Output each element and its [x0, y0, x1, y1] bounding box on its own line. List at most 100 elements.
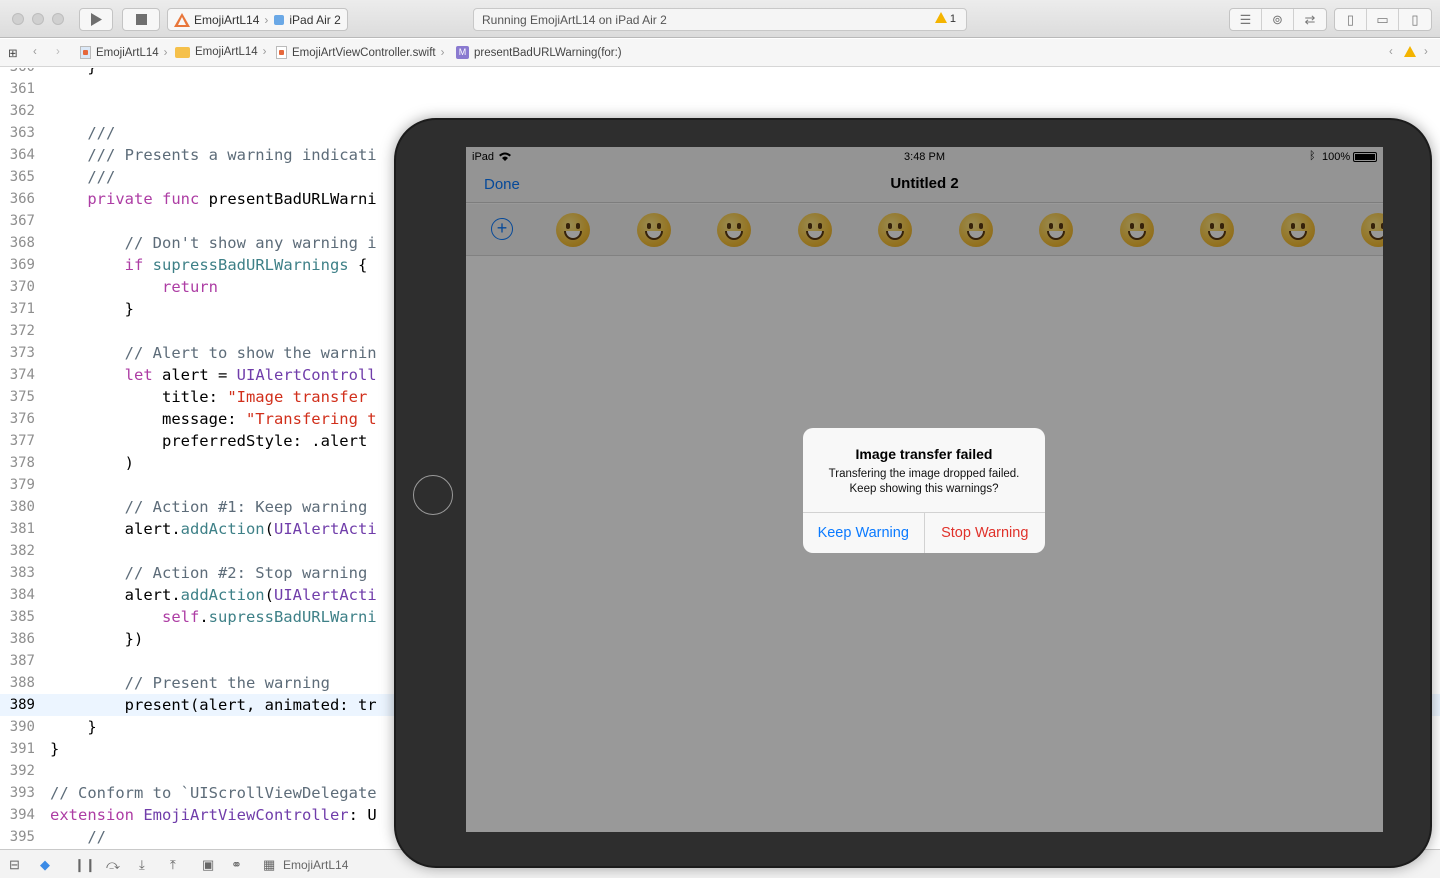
standard-editor-icon[interactable]: ☰ [1230, 9, 1262, 30]
home-button[interactable] [413, 475, 453, 515]
assistant-editor-icon[interactable]: ⊚ [1262, 9, 1294, 30]
run-button[interactable] [79, 8, 113, 31]
line-number[interactable]: 362 [0, 100, 35, 122]
step-out-icon[interactable]: ⤒ [170, 857, 176, 873]
zoom-window-button[interactable] [52, 13, 64, 25]
related-items-icon[interactable]: ⊞ [8, 46, 18, 60]
line-number[interactable]: 391 [0, 738, 35, 760]
back-arrow-icon[interactable]: ‹ [33, 46, 37, 58]
breakpoints-toggle-icon[interactable]: ◆ [40, 857, 50, 873]
device-icon [274, 14, 285, 25]
pause-icon[interactable]: ❙❙ [74, 857, 96, 873]
scheme-selector[interactable]: EmojiArtL14 › iPad Air 2 [167, 8, 348, 31]
line-number[interactable]: 394 [0, 804, 35, 826]
step-over-icon[interactable]: ⤼ [106, 857, 120, 873]
keep-warning-button[interactable]: Keep Warning [803, 513, 925, 553]
status-text: Running EmojiArtL14 on iPad Air 2 [482, 12, 667, 27]
breadcrumb-label: EmojiArtL14 [96, 46, 159, 59]
line-number[interactable]: 389 [0, 694, 35, 716]
line-number[interactable]: 371 [0, 298, 35, 320]
jump-bar: ⊞ ‹ › EmojiArtL14 › EmojiArtL14 › EmojiA… [0, 39, 1440, 67]
line-number[interactable]: 395 [0, 826, 35, 848]
stop-warning-button[interactable]: Stop Warning [925, 513, 1046, 553]
line-code: return [161, 278, 218, 296]
activity-status: Running EmojiArtL14 on iPad Air 2 1 [473, 8, 967, 31]
simulator-screen[interactable]: iPad 3:48 PM ᛒ 100% Done Untitled 2 + Im… [466, 147, 1383, 832]
line-number[interactable]: 381 [0, 518, 35, 540]
line-number[interactable]: 387 [0, 650, 35, 672]
line-code: extension EmojiArtViewController: U [50, 806, 377, 824]
line-number[interactable]: 365 [0, 166, 35, 188]
line-number[interactable]: 368 [0, 232, 35, 254]
breadcrumb-method[interactable]: M presentBadURLWarning(for:) [456, 46, 622, 59]
line-number[interactable]: 383 [0, 562, 35, 584]
debug-area-toggle-icon[interactable]: ▭ [1367, 9, 1399, 30]
next-issue-icon[interactable]: › [1424, 46, 1428, 58]
line-number[interactable]: 380 [0, 496, 35, 518]
line-number[interactable]: 375 [0, 386, 35, 408]
view-debugger-icon[interactable]: ▣ [202, 857, 214, 873]
line-number[interactable]: 384 [0, 584, 35, 606]
line-code: // Present the warning [124, 674, 330, 692]
code-line[interactable]: 361 [0, 78, 1440, 100]
line-code: message: "Transfering t [50, 410, 377, 428]
minimize-window-button[interactable] [32, 13, 44, 25]
line-number[interactable]: 373 [0, 342, 35, 364]
line-number[interactable]: 390 [0, 716, 35, 738]
scheme-project-label: EmojiArtL14 [194, 12, 260, 27]
line-number[interactable]: 369 [0, 254, 35, 276]
line-number[interactable]: 379 [0, 474, 35, 496]
stop-button[interactable] [122, 8, 160, 31]
previous-issue-icon[interactable]: ‹ [1389, 46, 1393, 58]
close-window-button[interactable] [12, 13, 24, 25]
line-number[interactable]: 372 [0, 320, 35, 342]
panel-toggle-control: ▯ ▭ ▯ [1334, 8, 1432, 31]
line-code: preferredStyle: .alert [50, 432, 368, 450]
line-number[interactable]: 360 [0, 68, 35, 78]
utilities-toggle-icon[interactable]: ▯ [1399, 9, 1431, 30]
alert-title: Image transfer failed [855, 446, 993, 462]
step-into-icon[interactable]: ⤓ [139, 857, 145, 873]
line-code: // [87, 828, 106, 846]
line-number[interactable]: 392 [0, 760, 35, 782]
line-code: title: "Image transfer [50, 388, 368, 406]
line-number[interactable]: 366 [0, 188, 35, 210]
line-number[interactable]: 376 [0, 408, 35, 430]
breadcrumb-label: EmojiArtViewController.swift [292, 46, 436, 59]
line-number[interactable]: 393 [0, 782, 35, 804]
navigator-toggle-icon[interactable]: ▯ [1335, 9, 1367, 30]
breadcrumb-label: presentBadURLWarning(for:) [474, 46, 622, 59]
editor-mode-control: ☰ ⊚ ⇄ [1229, 8, 1327, 31]
breadcrumb-project[interactable]: EmojiArtL14 › [80, 46, 167, 59]
line-number[interactable]: 378 [0, 452, 35, 474]
line-code: self.supressBadURLWarni [161, 608, 377, 626]
alert-dialog: Image transfer failed Transfering the im… [803, 428, 1045, 553]
breadcrumb-group[interactable]: EmojiArtL14 › [175, 46, 266, 58]
issue-warning-icon[interactable] [1404, 46, 1416, 57]
memory-graph-icon[interactable]: ⚭ [231, 857, 242, 873]
line-code: if supressBadURLWarnings { [124, 256, 368, 274]
line-number[interactable]: 382 [0, 540, 35, 562]
line-number[interactable]: 386 [0, 628, 35, 650]
breadcrumb-file[interactable]: EmojiArtViewController.swift › [276, 46, 444, 59]
warning-indicator[interactable]: 1 [934, 12, 956, 25]
line-number[interactable]: 388 [0, 672, 35, 694]
line-number[interactable]: 374 [0, 364, 35, 386]
warning-count: 1 [949, 13, 956, 25]
version-editor-icon[interactable]: ⇄ [1294, 9, 1326, 30]
swift-file-icon [276, 46, 287, 59]
line-code: // Don't show any warning i [124, 234, 377, 252]
line-number[interactable]: 367 [0, 210, 35, 232]
scheme-device-label: iPad Air 2 [289, 12, 341, 27]
hide-debug-area-icon[interactable]: ⊟ [9, 857, 20, 873]
code-line[interactable]: 360 } [0, 68, 1440, 78]
line-number[interactable]: 363 [0, 122, 35, 144]
xcode-app-icon [174, 12, 190, 27]
folder-icon [175, 46, 190, 58]
line-number[interactable]: 370 [0, 276, 35, 298]
line-number[interactable]: 361 [0, 78, 35, 100]
forward-arrow-icon[interactable]: › [56, 46, 60, 58]
line-number[interactable]: 364 [0, 144, 35, 166]
line-number[interactable]: 377 [0, 430, 35, 452]
line-number[interactable]: 385 [0, 606, 35, 628]
